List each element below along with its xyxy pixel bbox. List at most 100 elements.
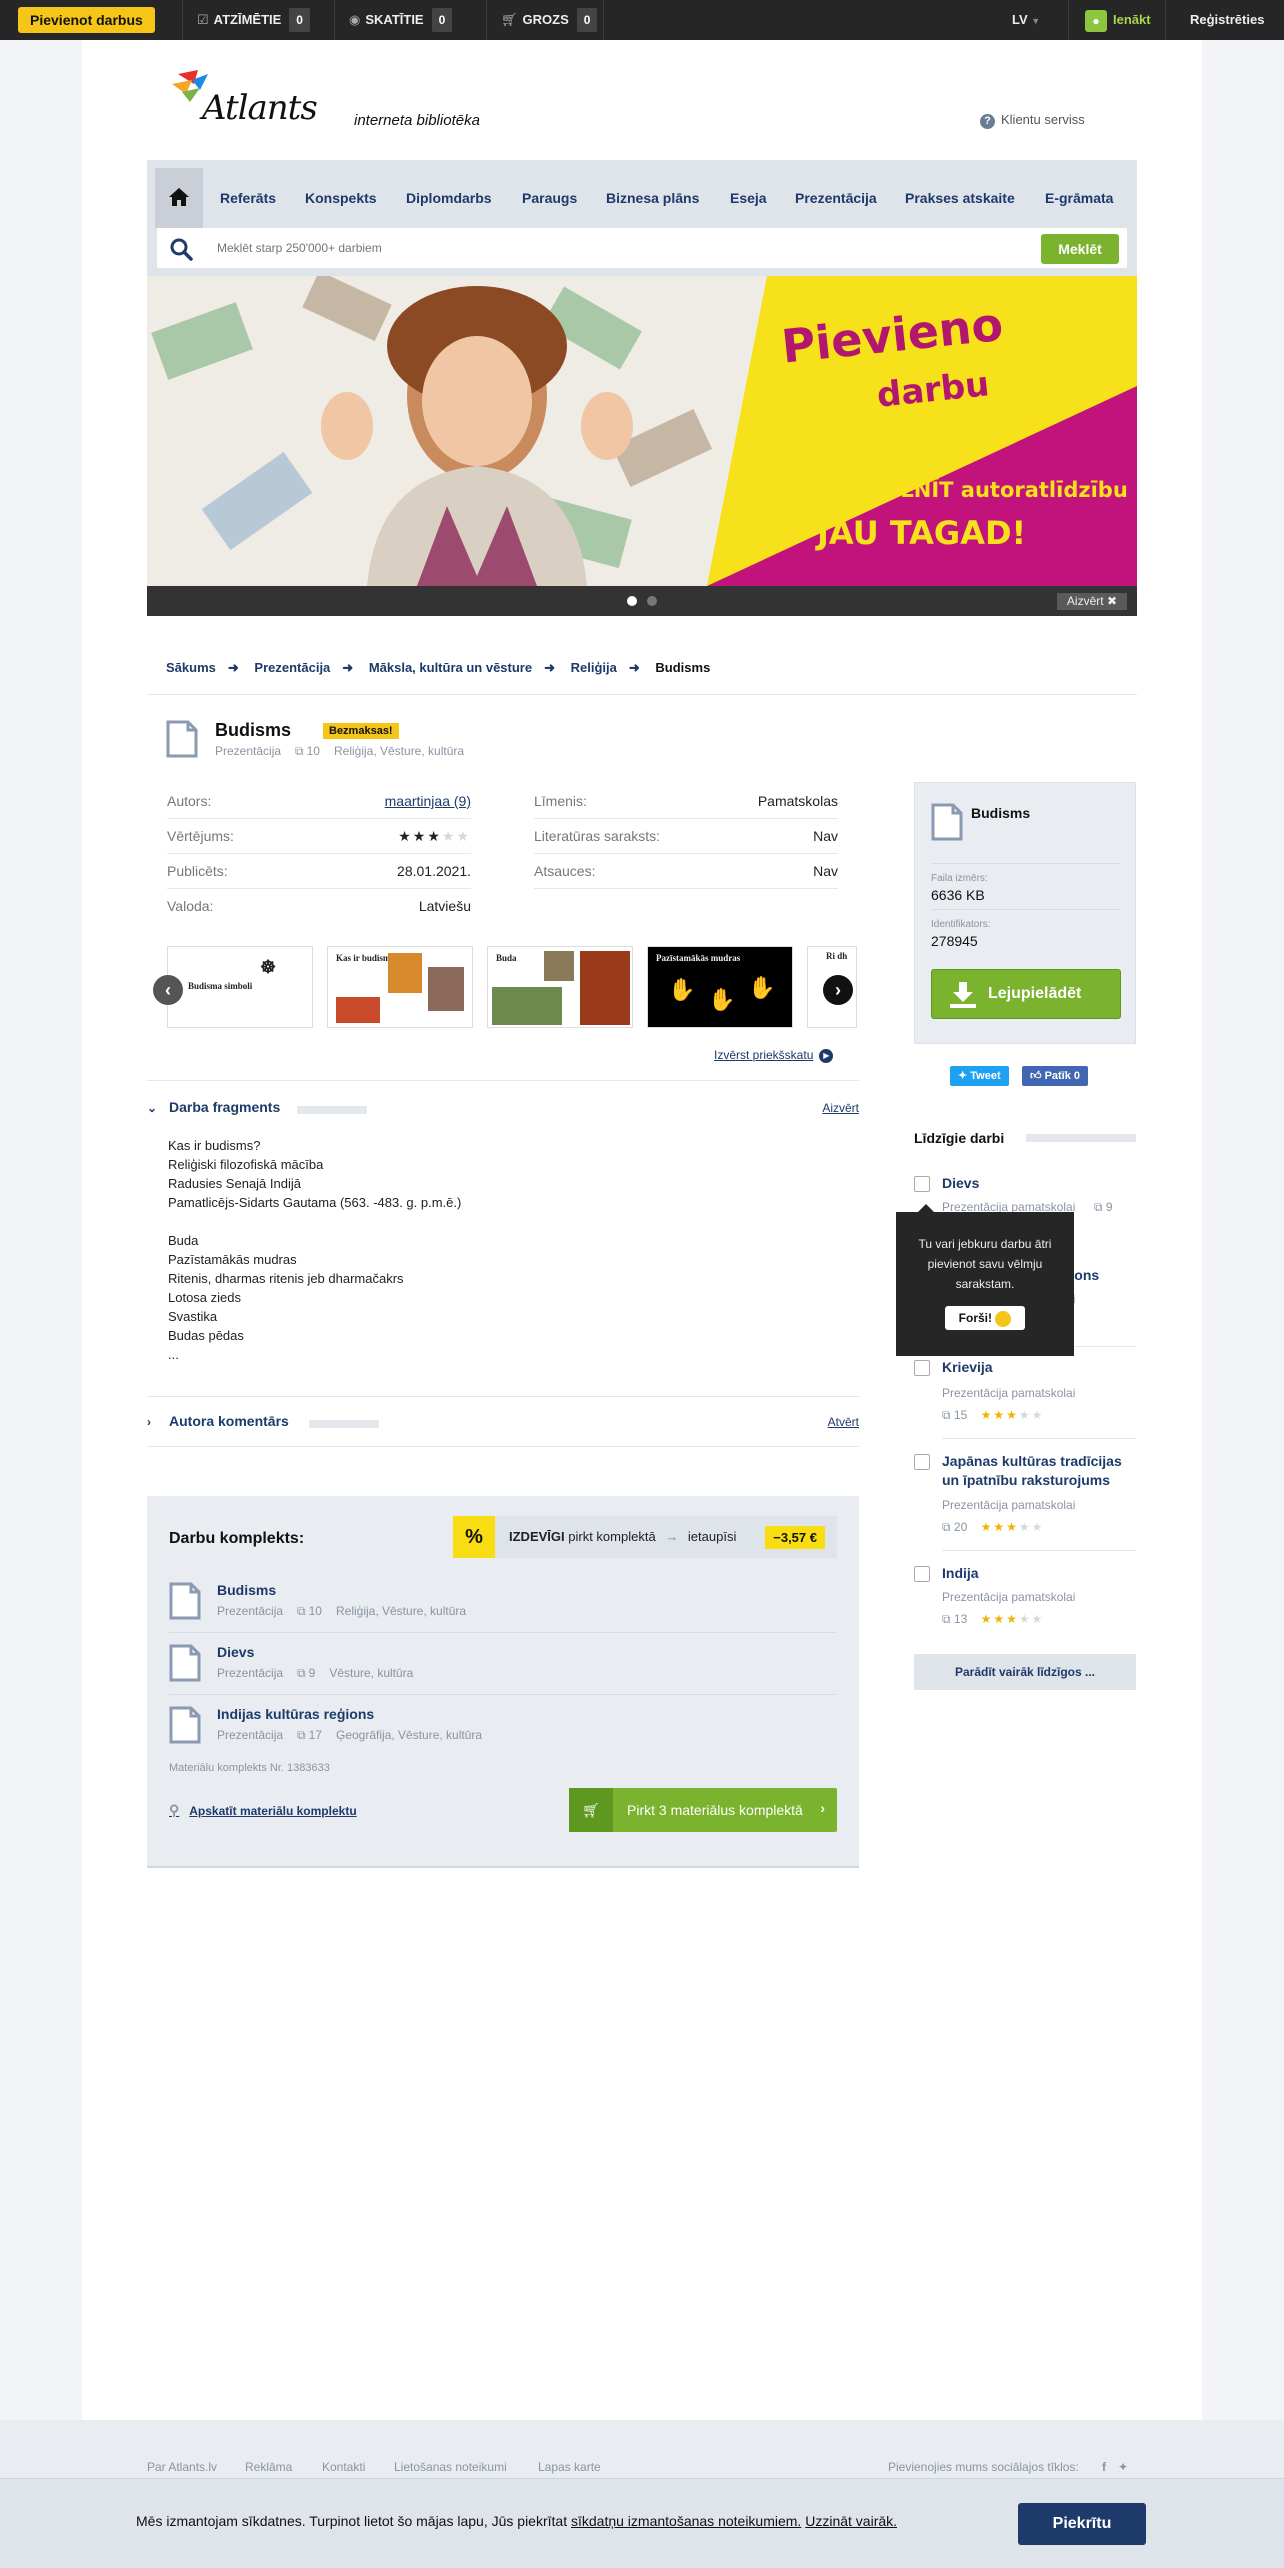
breadcrumb-item[interactable]: Sākums <box>166 660 216 675</box>
author-comment-open-link[interactable]: Atvērt <box>828 1415 859 1429</box>
nav-item-referats[interactable]: Referāts <box>220 168 276 228</box>
slide-caption: Ri dh <box>826 951 848 961</box>
language-label: LV <box>1012 12 1028 27</box>
nav-item-biznesa-plans[interactable]: Biznesa plāns <box>606 168 699 228</box>
similar-item[interactable]: Krievija Prezentācija pamatskolai ⧉ 15 ★… <box>914 1356 1136 1436</box>
similar-item-name[interactable]: Dievs <box>942 1174 979 1193</box>
show-more-similar-button[interactable]: Parādīt vairāk līdzīgos ... <box>914 1654 1136 1690</box>
wishlist-checkbox[interactable] <box>914 1454 930 1470</box>
slider-dot-active[interactable] <box>627 596 637 606</box>
nav-item-diplomdarbs[interactable]: Diplomdarbs <box>406 168 492 228</box>
cookie-more-link[interactable]: Uzzināt vairāk. <box>805 2513 897 2529</box>
cookie-terms-link[interactable]: sīkdatņu izmantošanas noteikumiem. <box>571 2513 801 2529</box>
meta-value: Latviešu <box>418 898 471 914</box>
nav-item-prakses-atskaite[interactable]: Prakses atskaite <box>905 168 1015 228</box>
register-link[interactable]: Reģistrēties <box>1190 0 1264 40</box>
meta-row-published: Publicēts: 28.01.2021. <box>167 854 471 889</box>
wishlist-checkbox[interactable] <box>914 1176 930 1192</box>
similar-item-name[interactable]: Japānas kultūras tradīcijas un īpatnību … <box>942 1452 1136 1490</box>
similar-item-name[interactable]: Krievija <box>942 1358 993 1377</box>
slide-picture <box>388 953 422 993</box>
cookie-accept-button[interactable]: Piekrītu <box>1018 2503 1146 2545</box>
divider <box>169 1694 837 1695</box>
preview-slide[interactable]: Budisma simboli ☸ <box>167 946 313 1028</box>
promo-banner[interactable]: Pievieno darbu un sāc PELNĪT autoratlīdz… <box>147 276 1137 586</box>
fragment-line: Radusies Senajā Indijā <box>168 1176 301 1191</box>
breadcrumb-item[interactable]: Prezentācija <box>254 660 330 675</box>
search-input[interactable] <box>217 236 977 260</box>
bundle-item[interactable]: Budisms Prezentācija ⧉ 10 Reliģija, Vēsture… <box>169 1572 837 1632</box>
meta-key: Atsauces: <box>534 863 596 879</box>
author-comment-header[interactable]: › Autora komentārs Atvērt <box>147 1396 859 1448</box>
wishlist-checkbox[interactable] <box>914 1566 930 1582</box>
slide-caption: Buda <box>496 953 517 963</box>
fragment-close-link[interactable]: Aizvērt <box>822 1101 859 1115</box>
view-bundle-link[interactable]: ⚲ Apskatīt materiālu komplektu <box>169 1802 357 1819</box>
carousel-next-button[interactable]: › <box>823 975 853 1005</box>
footer-link[interactable]: Lapas karte <box>538 2460 601 2474</box>
bundle-item-name[interactable]: Budisms <box>217 1582 276 1598</box>
download-button[interactable]: Lejupielādēt <box>931 969 1121 1019</box>
bundle-item-name[interactable]: Dievs <box>217 1644 254 1660</box>
footer-link[interactable]: Kontakti <box>322 2460 365 2474</box>
expand-preview-link[interactable]: Izvērst priekšskatu ▶ <box>714 1048 834 1063</box>
bundle-item-pages: 17 <box>308 1728 322 1742</box>
user-icon: ● <box>1085 9 1107 32</box>
breadcrumb-item[interactable]: Māksla, kultūra un vēsture <box>369 660 532 675</box>
tweet-button[interactable]: ✦ Tweet <box>950 1066 1009 1086</box>
similar-item[interactable]: Indija Prezentācija pamatskolai ⧉ 13 ★★★… <box>914 1562 1136 1642</box>
viewed-label: SKATĪTIE <box>365 12 424 27</box>
client-service-link[interactable]: ? Klientu serviss <box>980 112 1085 129</box>
nav-item-prezentacija[interactable]: Prezentācija <box>795 168 877 228</box>
author-link[interactable]: maartinjaa (9) <box>385 793 471 809</box>
home-button[interactable] <box>155 168 203 228</box>
download-icon <box>950 982 976 1008</box>
footer-link[interactable]: Reklāma <box>245 2460 292 2474</box>
download-doc-name: Budisms <box>971 805 1031 821</box>
banner-close-button[interactable]: Aizvērt ✖ <box>1056 593 1127 610</box>
tooltip-ok-button[interactable]: Forši! <box>944 1306 1026 1330</box>
facebook-icon[interactable]: f <box>1102 2460 1106 2474</box>
divider <box>931 863 1121 864</box>
bundle-item[interactable]: Dievs Prezentācija ⧉ 9 Vēsture, kultūra <box>169 1634 837 1694</box>
nav-item-konspekts[interactable]: Konspekts <box>305 168 377 228</box>
marked-button[interactable]: ☑ ATZĪMĒTIE 0 <box>182 0 334 40</box>
footer-link[interactable]: Lietošanas noteikumi <box>394 2460 507 2474</box>
preview-slide[interactable]: Buda <box>487 946 633 1028</box>
similar-item-name[interactable]: Indija <box>942 1564 979 1583</box>
similar-item-pages: ⧉ 15 ★★★★★ <box>942 1408 1044 1423</box>
footer-link[interactable]: Par Atlants.lv <box>147 2460 217 2474</box>
slider-dot[interactable] <box>647 596 657 606</box>
language-selector[interactable]: LV ▼ <box>1012 0 1040 41</box>
preview-slide[interactable]: Pazīstamākās mudras ✋ ✋ ✋ <box>647 946 793 1028</box>
divider <box>147 1446 859 1447</box>
smile-icon <box>995 1310 1012 1327</box>
marked-label: ATZĪMĒTIE <box>213 12 282 27</box>
breadcrumb-item[interactable]: Reliģija <box>571 660 617 675</box>
similar-item-pages: ⧉ 13 ★★★★★ <box>942 1612 1044 1627</box>
nav-item-e-gramata[interactable]: E-grāmata <box>1045 168 1113 228</box>
similar-item[interactable]: Japānas kultūras tradīcijas un īpatnību … <box>914 1450 1136 1552</box>
nav-item-paraugs[interactable]: Paraugs <box>522 168 577 228</box>
carousel-prev-button[interactable]: ‹ <box>153 975 183 1005</box>
fragment-section-header[interactable]: ⌄ Darba fragments Aizvērt <box>147 1082 859 1134</box>
divider <box>942 1438 1136 1439</box>
logo[interactable]: Atlants <box>168 70 318 130</box>
bundle-item[interactable]: Indijas kultūras reģions Prezentācija ⧉ 17… <box>169 1696 837 1756</box>
nav-item-eseja[interactable]: Eseja <box>730 168 767 228</box>
add-work-button[interactable]: Pievienot darbus <box>18 7 155 33</box>
buy-bundle-button[interactable]: 🛒︎ Pirkt 3 materiālus komplektā › <box>569 1788 837 1832</box>
preview-slide[interactable]: Kas ir budisms? <box>327 946 473 1028</box>
facebook-like-button[interactable]: 👍︎ Patīk 0 <box>1022 1066 1089 1086</box>
bundle-item-name[interactable]: Indijas kultūras reģions <box>217 1706 374 1722</box>
cart-button[interactable]: 🛒︎ GROZS 0 <box>486 0 604 40</box>
login-button[interactable]: ● Ienākt <box>1068 0 1166 40</box>
viewed-button[interactable]: ◉ SKATĪTIE 0 <box>334 0 468 40</box>
pages-icon: ⧉ <box>297 1666 306 1680</box>
wishlist-checkbox[interactable] <box>914 1360 930 1376</box>
close-icon: ✖ <box>1106 594 1117 608</box>
twitter-icon[interactable]: ✦ <box>1118 2460 1128 2474</box>
meta-key: Autors: <box>167 793 212 809</box>
search-button[interactable]: Meklēt <box>1041 234 1119 264</box>
slide-picture <box>580 951 630 1025</box>
